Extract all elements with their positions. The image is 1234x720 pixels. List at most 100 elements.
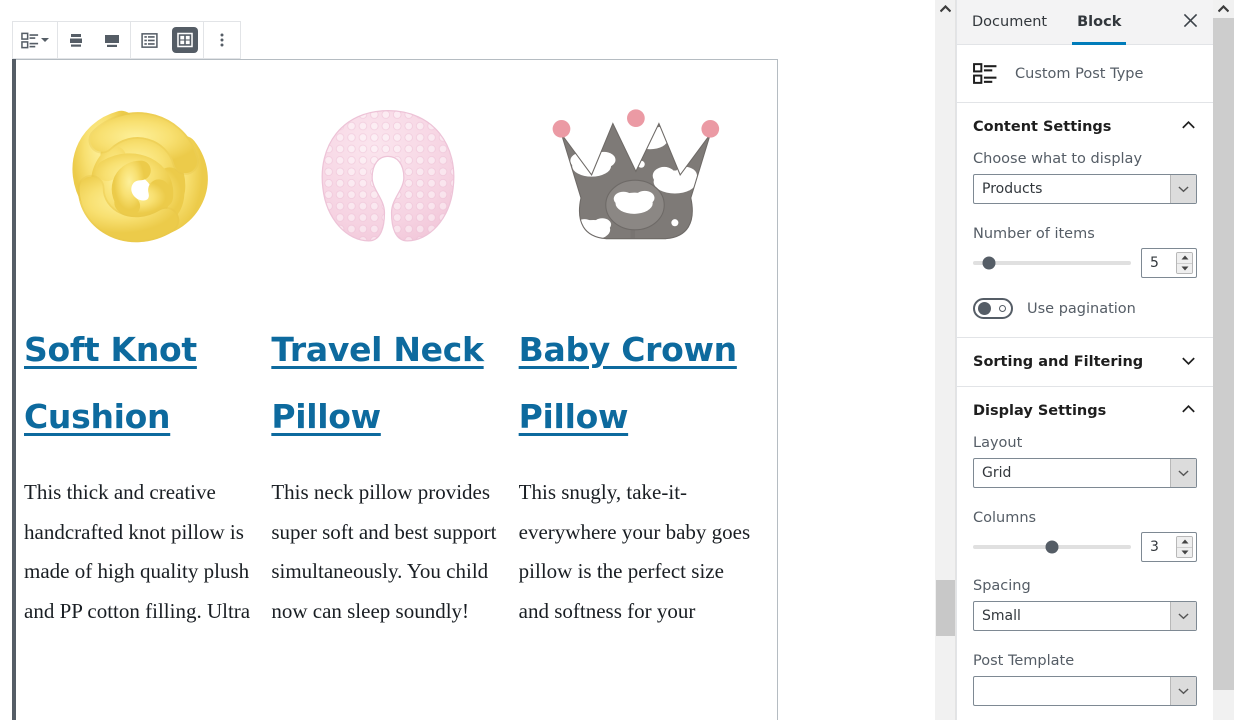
panel-sorting-filtering: Sorting and Filtering	[957, 338, 1213, 387]
choose-display-label: Choose what to display	[973, 151, 1143, 167]
toolbar-group-blocktype	[13, 22, 58, 58]
panel-content-settings-header[interactable]: Content Settings	[957, 103, 1213, 151]
toggle-knob	[978, 302, 991, 315]
number-of-items-label: Number of items	[973, 226, 1095, 242]
more-options-button[interactable]	[204, 22, 240, 58]
use-pagination-label: Use pagination	[1027, 300, 1136, 317]
align-wide-icon	[102, 30, 122, 50]
block-settings-sidebar: Document Block Custom Post Type Content …	[956, 0, 1213, 720]
panel-content-settings: Content Settings Choose what to display …	[957, 103, 1213, 338]
align-center-button[interactable]	[58, 22, 94, 58]
panel-title: Content Settings	[973, 119, 1112, 135]
chevron-down-icon	[1180, 352, 1197, 372]
number-of-items-stepper[interactable]: 5	[1141, 248, 1197, 278]
columns-row: 3	[973, 532, 1197, 562]
post-template-label: Post Template	[973, 653, 1075, 669]
panel-display-settings-header[interactable]: Display Settings	[957, 387, 1213, 435]
chevron-down-icon[interactable]	[1170, 459, 1196, 487]
gray-crown-pillow-image	[519, 74, 752, 274]
chevron-up-icon	[1180, 117, 1197, 137]
layout-label: Layout	[973, 435, 1023, 451]
panel-title: Display Settings	[973, 403, 1107, 419]
stepper-up-icon[interactable]	[1177, 537, 1192, 548]
use-pagination-toggle[interactable]	[973, 298, 1013, 319]
columns-stepper[interactable]: 3	[1141, 532, 1197, 562]
toolbar-group-layout	[131, 22, 204, 58]
product-description: This neck pillow provides super soft and…	[271, 480, 497, 623]
block-card-title: Custom Post Type	[1015, 65, 1144, 82]
panel-title: Sorting and Filtering	[973, 354, 1144, 370]
columns-label: Columns	[973, 510, 1037, 526]
panel-content-settings-body: Choose what to display Products Number o…	[957, 151, 1213, 337]
spacing-select[interactable]: Small	[973, 601, 1197, 631]
product-description: This thick and creative handcrafted knot…	[24, 480, 251, 623]
sidebar-scrollbar[interactable]	[1213, 0, 1234, 720]
use-pagination-row: Use pagination	[973, 298, 1197, 319]
columns-value: 3	[1150, 539, 1159, 555]
choose-display-value: Products	[982, 181, 1043, 197]
stepper-up-icon[interactable]	[1177, 253, 1192, 264]
close-icon	[1183, 13, 1198, 31]
number-of-items-slider[interactable]	[973, 256, 1131, 270]
spacing-label: Spacing	[973, 578, 1031, 594]
choose-display-select[interactable]: Products	[973, 174, 1197, 204]
editor-scrollbar-thumb[interactable]	[936, 580, 955, 636]
panel-display-settings-body: Layout Grid Columns 3 Spacing Small Post…	[957, 435, 1213, 720]
custom-post-type-icon	[973, 61, 1001, 86]
chevron-up-icon	[1180, 401, 1197, 421]
chevron-down-icon[interactable]	[1170, 677, 1196, 705]
scroll-up-arrow-icon[interactable]	[935, 0, 956, 18]
slider-handle[interactable]	[982, 256, 996, 270]
block-card: Custom Post Type	[957, 45, 1213, 103]
product-title-link[interactable]: Soft Knot Cushion	[24, 316, 257, 450]
tab-document[interactable]: Document	[957, 0, 1062, 45]
slider-handle[interactable]	[1045, 540, 1059, 554]
align-center-icon	[66, 30, 86, 50]
scroll-up-arrow-icon[interactable]	[1213, 0, 1234, 18]
columns-slider[interactable]	[973, 540, 1131, 554]
post-template-select[interactable]	[973, 676, 1197, 706]
product-card: Travel Neck Pillow This neck pillow prov…	[271, 74, 518, 631]
stepper-down-icon[interactable]	[1177, 263, 1192, 273]
block-selection-indicator	[12, 59, 16, 720]
editor-canvas: Soft Knot Cushion This thick and creativ…	[0, 0, 925, 720]
list-view-icon	[140, 31, 159, 50]
stepper-buttons[interactable]	[1176, 252, 1193, 274]
block-toolbar	[12, 21, 241, 59]
app-root: Soft Knot Cushion This thick and creativ…	[0, 0, 1234, 720]
chevron-down-icon[interactable]	[1170, 602, 1196, 630]
align-wide-button[interactable]	[94, 22, 130, 58]
pink-neck-pillow-image	[271, 74, 504, 274]
product-grid: Soft Knot Cushion This thick and creativ…	[24, 74, 766, 631]
spacing-value: Small	[982, 608, 1021, 624]
block-type-switcher-button[interactable]	[13, 22, 57, 58]
toolbar-group-alignment	[58, 22, 131, 58]
ellipsis-vertical-icon	[213, 31, 231, 49]
stepper-down-icon[interactable]	[1177, 547, 1192, 557]
layout-list-button[interactable]	[131, 22, 167, 58]
sidebar-tabs: Document Block	[957, 0, 1213, 45]
number-of-items-value: 5	[1150, 255, 1159, 271]
stepper-buttons[interactable]	[1176, 536, 1193, 558]
tab-block[interactable]: Block	[1062, 0, 1136, 45]
layout-select[interactable]: Grid	[973, 458, 1197, 488]
layout-value: Grid	[982, 465, 1012, 481]
layout-grid-button[interactable]	[167, 22, 203, 58]
close-sidebar-button[interactable]	[1175, 7, 1205, 37]
sidebar-scrollbar-thumb[interactable]	[1213, 18, 1234, 690]
grid-view-icon	[172, 27, 198, 53]
yellow-knot-cushion-image	[24, 74, 257, 274]
toggle-off-indicator	[999, 305, 1006, 312]
product-description: This snugly, take-it-everywhere your bab…	[518, 480, 751, 623]
product-card: Baby Crown Pillow This snugly, take-it-e…	[519, 74, 766, 631]
panel-sorting-filtering-header[interactable]: Sorting and Filtering	[957, 338, 1213, 386]
panel-display-settings: Display Settings Layout Grid Columns 3 S…	[957, 387, 1213, 720]
product-title-link[interactable]: Baby Crown Pillow	[519, 316, 752, 450]
product-title-link[interactable]: Travel Neck Pillow	[271, 316, 504, 450]
chevron-down-icon	[41, 36, 49, 44]
editor-scrollbar[interactable]	[935, 0, 956, 720]
product-card: Soft Knot Cushion This thick and creativ…	[24, 74, 271, 631]
chevron-down-icon[interactable]	[1170, 175, 1196, 203]
block-type-icon	[21, 31, 40, 50]
toolbar-group-more	[204, 22, 240, 58]
